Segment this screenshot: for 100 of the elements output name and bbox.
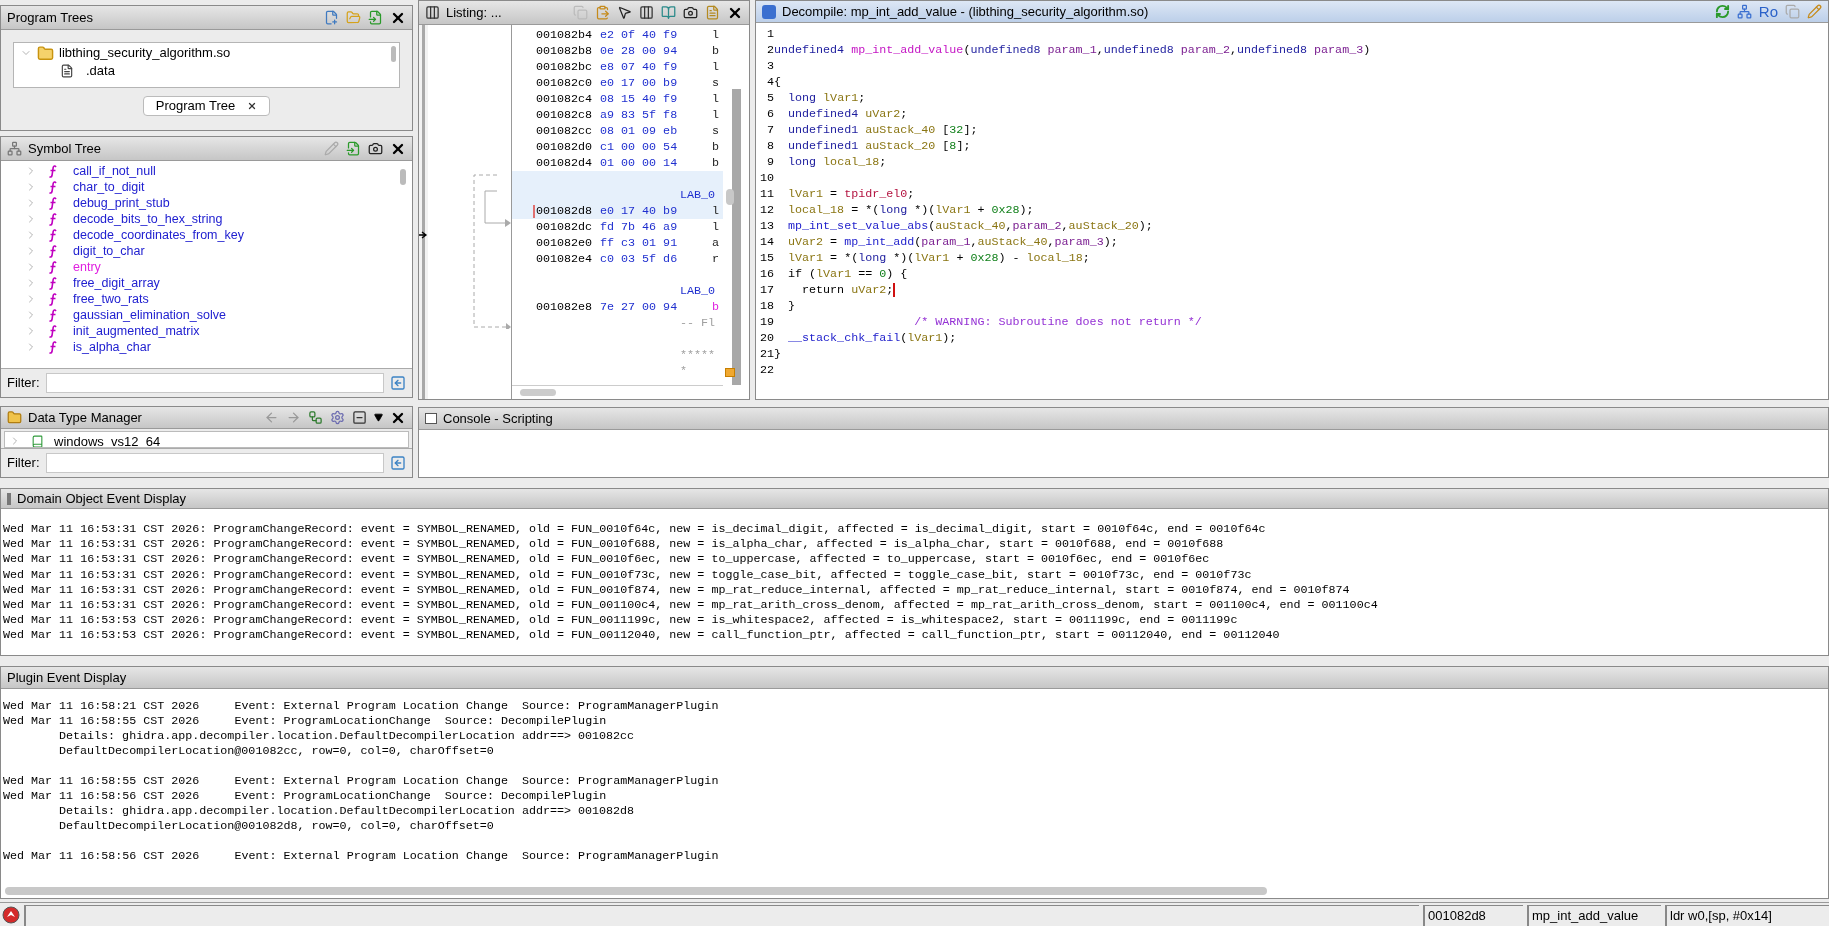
event-line: Wed Mar 11 16:53:31 CST 2026: ProgramChangeRecord: event = SYMBOL_RENAMED, old = FUN_0010f73c, new = toggle_case_bit, affected = toggle_case_bit, start = 0010f73c, end = 0010f73c (3, 567, 1252, 583)
scrollbar-thumb[interactable] (400, 169, 406, 185)
scrollbar-thumb[interactable] (391, 46, 396, 62)
function-icon (49, 196, 57, 210)
mnemonic: l (712, 91, 719, 107)
mnemonic: a (712, 235, 719, 251)
address: 001082e4 (536, 251, 594, 267)
camera-icon[interactable] (368, 141, 383, 156)
read-only-button[interactable]: Ro (1758, 4, 1778, 19)
event-detail: Details: ghidra.app.decompiler.location.DefaultDecompilerLocation addr==> 001082d8 (59, 804, 635, 819)
instruction-bytes: e0 17 40 b9 (600, 203, 679, 219)
graph-icon[interactable] (1736, 4, 1752, 19)
filter-field[interactable] (45, 373, 384, 393)
forward-arrow-icon[interactable] (286, 410, 301, 425)
function-icon (49, 212, 57, 226)
function-icon (49, 180, 57, 194)
line-number: 10 (758, 170, 774, 186)
line-number: 18 (758, 298, 774, 314)
event-line: Wed Mar 11 16:53:31 CST 2026: ProgramChangeRecord: event = SYMBOL_RENAMED, old = FUN_0010f6ec, new = to_uppercase, affected = to_uppercase, start = 0010f6ec, end = 0010f6ec (3, 552, 1210, 568)
address: 001082d8 (536, 203, 594, 219)
panel-title: Symbol Tree (28, 139, 101, 158)
cursor-icon[interactable] (617, 5, 632, 20)
status-address: 001082d8 (1423, 905, 1523, 926)
panel-title: Plugin Event Display (7, 668, 127, 687)
camera-icon[interactable] (683, 5, 698, 20)
mnemonic: s (712, 123, 719, 139)
function-icon (49, 276, 57, 290)
code-line: if (lVar1 == 0) { (787, 266, 908, 282)
code-line: lVar1 = *(long *)(lVar1 + 0x28) - local_18; (787, 250, 1090, 266)
instruction-bytes: 08 01 09 eb (600, 123, 679, 139)
line-number: 13 (758, 218, 774, 234)
filter-field[interactable] (45, 453, 384, 473)
program-tree-tab[interactable]: Program Tree (142, 96, 271, 116)
instruction-bytes: e2 0f 40 f9 (600, 27, 679, 43)
refresh-icon[interactable] (1714, 4, 1730, 19)
event-detail: DefaultDecompilerLocation@001082cc, row=0, col=0, charOffset=0 (59, 744, 494, 759)
folder-icon[interactable] (346, 10, 361, 25)
pencil-icon[interactable] (324, 141, 339, 156)
line-number: 3 (766, 58, 774, 74)
code-line: undefined1 auStack_40 [32]; (787, 122, 978, 138)
table-icon[interactable] (639, 5, 654, 20)
tree-item[interactable]: .data (86, 61, 115, 81)
clear-filter-icon[interactable] (390, 375, 406, 391)
copy-icon[interactable] (1785, 4, 1800, 19)
line-number: 20 (758, 330, 774, 346)
line-number: 17 (758, 282, 774, 298)
new-tree-icon[interactable] (324, 10, 339, 25)
address: 001082bc (536, 59, 594, 75)
copy-icon[interactable] (573, 5, 588, 20)
close-icon[interactable] (247, 101, 258, 111)
collapse-icon[interactable] (352, 410, 367, 425)
code-line: } (787, 298, 796, 314)
event-line: Wed Mar 11 16:58:56 CST 2026 Event: ProgramLocationChange Source: DecompilePlugin (3, 789, 607, 804)
import-icon[interactable] (346, 141, 361, 156)
event-line: Wed Mar 11 16:53:31 CST 2026: ProgramChangeRecord: event = SYMBOL_RENAMED, old = FUN_0010f688, new = is_alpha_char, affected = is_alpha_char, start = 0010f688, end = 0010f688 (3, 537, 1224, 553)
scrollbar-thumb[interactable] (5, 887, 1267, 895)
panel-title: Domain Object Event Display (17, 489, 187, 508)
instruction-bytes: c0 03 5f d6 (600, 251, 679, 267)
address: 001082e8 (536, 299, 594, 315)
code-line: uVar2 = mp_int_add(param_1,auStack_40,param_3); (787, 234, 1118, 250)
code-line: { (774, 74, 781, 90)
dropdown-icon[interactable] (374, 413, 383, 422)
panel-title: Listing: ... (446, 3, 502, 22)
address: 001082b8 (536, 43, 594, 59)
instruction-bytes: ff c3 01 91 (600, 235, 679, 251)
book-icon[interactable] (661, 5, 676, 20)
instruction-bytes: c1 00 00 54 (600, 139, 679, 155)
edit-icon[interactable] (1807, 4, 1822, 19)
function-icon (49, 244, 57, 258)
clear-filter-icon[interactable] (390, 455, 406, 471)
tab-label: Program Tree (155, 97, 236, 116)
marker-icon (724, 368, 735, 377)
scrollbar-thumb[interactable] (520, 389, 556, 396)
filter-label: Filter: (7, 374, 40, 393)
scrollbar-thumb[interactable] (725, 189, 734, 205)
import-icon[interactable] (368, 10, 383, 25)
function-icon (49, 292, 57, 306)
tree-item[interactable]: libthing_security_algorithm.so (59, 43, 231, 63)
line-number: 11 (758, 186, 774, 202)
function-icon (49, 228, 57, 242)
code-line: undefined4 uVar2; (787, 106, 908, 122)
instruction-bytes: 01 00 00 14 (600, 155, 679, 171)
comment: ***** (680, 347, 716, 363)
line-number: 21 (758, 346, 774, 362)
line-number: 14 (758, 234, 774, 250)
document-icon[interactable] (705, 5, 720, 20)
line-number: 8 (766, 138, 774, 154)
address: 001082b4 (536, 27, 594, 43)
event-line: Wed Mar 11 16:58:55 CST 2026 Event: External Program Location Change Source: ProgramManagerPlugin (3, 774, 719, 789)
address: 001082c8 (536, 107, 594, 123)
network-icon[interactable] (308, 410, 323, 425)
code-line: local_18 = *(long *)(lVar1 + 0x28); (787, 202, 1034, 218)
code-line: long lVar1; (787, 90, 866, 106)
settings-icon[interactable] (330, 410, 345, 425)
paste-icon[interactable] (595, 5, 610, 20)
folder-icon (37, 44, 54, 62)
address: 001082c0 (536, 75, 594, 91)
code-line: mp_int_set_value_abs(auStack_40,param_2,auStack_20); (787, 218, 1153, 234)
address: 001082d0 (536, 139, 594, 155)
mnemonic: s (712, 75, 719, 91)
